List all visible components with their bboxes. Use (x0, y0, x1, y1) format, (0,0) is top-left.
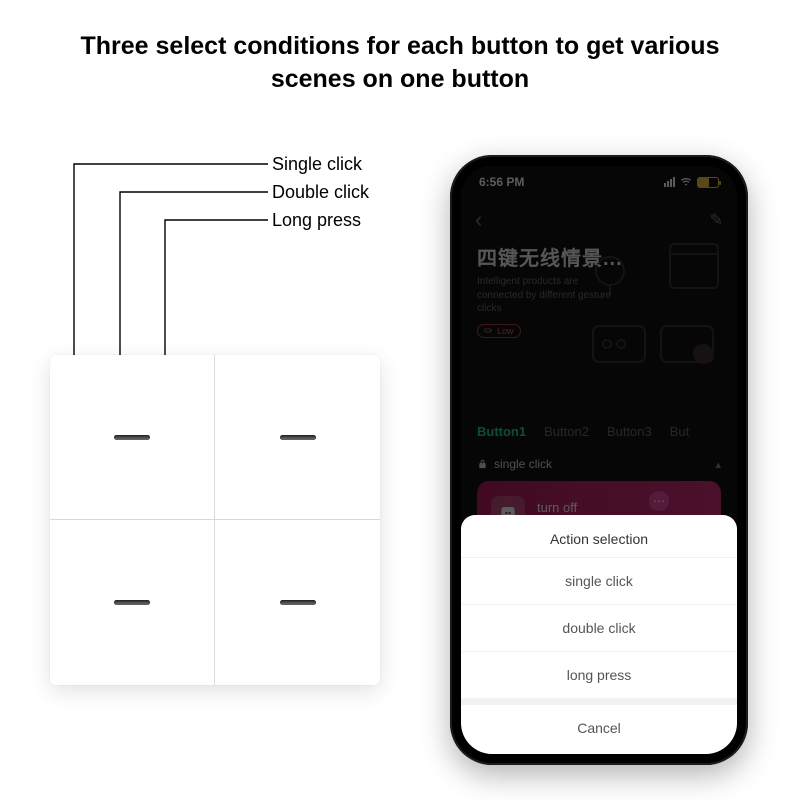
tab-button2[interactable]: Button2 (544, 424, 589, 439)
callout-double-click: Double click (272, 182, 369, 203)
indicator-slot (114, 600, 150, 605)
indicator-slot (114, 435, 150, 440)
battery-low-icon (484, 326, 493, 335)
indicator-slot (280, 435, 316, 440)
action-sheet-cancel[interactable]: Cancel (461, 705, 737, 754)
tab-button4[interactable]: But (670, 424, 690, 439)
chevron-up-icon: ▴ (715, 458, 721, 471)
tap-icon (477, 459, 488, 470)
signal-icon (664, 177, 675, 187)
edit-button[interactable]: ✎ (710, 210, 723, 230)
switch-button-2[interactable] (215, 355, 380, 520)
sheet-separator (461, 698, 737, 705)
action-option-long-press[interactable]: long press (461, 651, 737, 698)
wifi-icon (680, 176, 692, 188)
switch-button-1[interactable] (50, 355, 215, 520)
phone-frame: 6:56 PM ‹ ✎ (450, 155, 748, 765)
device-illustration (585, 236, 725, 376)
action-option-single-click[interactable]: single click (461, 557, 737, 604)
physical-switch (50, 355, 380, 685)
status-bar: 6:56 PM (461, 166, 737, 198)
battery-low-badge: Low (477, 324, 521, 338)
switch-button-4[interactable] (215, 520, 380, 685)
section-header-single-click[interactable]: single click ▴ (477, 457, 721, 471)
action-option-double-click[interactable]: double click (461, 604, 737, 651)
section-header-label: single click (494, 457, 552, 471)
switch-button-3[interactable] (50, 520, 215, 685)
scene-title: turn off (537, 500, 577, 515)
scene-more-button[interactable]: ⋯ (649, 491, 669, 511)
callout-single-click: Single click (272, 154, 362, 175)
phone-screen: 6:56 PM ‹ ✎ (461, 166, 737, 754)
headline: Three select conditions for each button … (0, 30, 800, 95)
action-sheet-title: Action selection (461, 515, 737, 557)
back-button[interactable]: ‹ (475, 207, 482, 233)
tab-button3[interactable]: Button3 (607, 424, 652, 439)
button-tabs: Button1 Button2 Button3 But (477, 424, 721, 439)
switch-diagram: Single click Double click Long press (50, 160, 420, 750)
indicator-slot (280, 600, 316, 605)
tab-button1[interactable]: Button1 (477, 424, 526, 439)
battery-icon (697, 177, 719, 188)
action-sheet: Action selection single click double cli… (461, 515, 737, 754)
battery-low-label: Low (497, 326, 514, 336)
status-time: 6:56 PM (479, 175, 524, 189)
callout-long-press: Long press (272, 210, 361, 231)
